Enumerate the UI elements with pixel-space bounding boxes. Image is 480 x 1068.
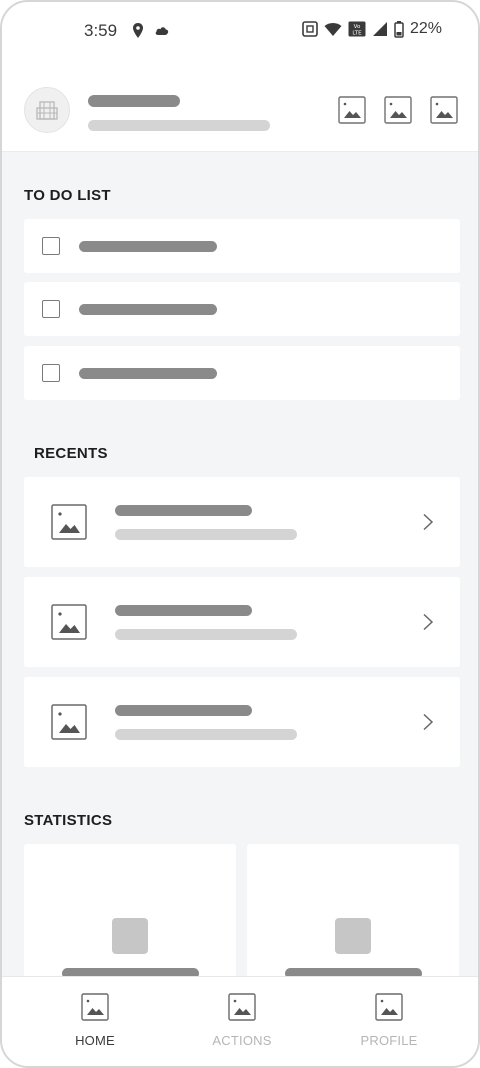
avatar[interactable] [24, 87, 70, 133]
todo-text-placeholder [79, 241, 217, 252]
chevron-right-icon [423, 513, 434, 531]
status-bar: 3:59 Vo LTE 22% [2, 2, 478, 62]
nav-actions-label: ACTIONS [212, 1033, 272, 1048]
header-title-placeholder [88, 95, 180, 107]
todo-checkbox[interactable] [42, 300, 60, 318]
todo-item[interactable] [24, 219, 460, 273]
chevron-right-icon [423, 713, 434, 731]
recent-item[interactable] [24, 577, 460, 667]
nav-home[interactable]: HOME [35, 993, 155, 1048]
todo-section-title: TO DO LIST [24, 187, 111, 204]
building-icon [36, 101, 58, 120]
nfc-icon [302, 21, 318, 37]
recent-title-placeholder [115, 605, 252, 616]
battery-percent: 22% [409, 20, 442, 37]
recent-subtitle-placeholder [115, 729, 297, 740]
statistics-section-title: STATISTICS [24, 812, 113, 829]
status-right-icons: Vo LTE 22% [302, 20, 442, 38]
image-icon [51, 604, 87, 640]
header-actions [338, 96, 458, 124]
recent-title-placeholder [115, 505, 252, 516]
image-icon [81, 993, 109, 1021]
image-icon[interactable] [384, 96, 412, 124]
recent-item[interactable] [24, 477, 460, 567]
cloud-icon [155, 27, 169, 35]
stat-icon-placeholder [335, 918, 371, 954]
recent-title-placeholder [115, 705, 252, 716]
phone-frame: 3:59 Vo LTE 22% TO DO LIST RECENTS STATI… [0, 0, 480, 1068]
bottom-nav: HOME ACTIONS PROFILE [2, 976, 478, 1066]
stat-icon-placeholder [112, 918, 148, 954]
wifi-icon [324, 22, 342, 36]
image-icon [51, 504, 87, 540]
svg-text:Vo: Vo [354, 24, 361, 30]
nav-home-label: HOME [75, 1033, 115, 1048]
image-icon [51, 704, 87, 740]
todo-text-placeholder [79, 304, 217, 315]
recent-subtitle-placeholder [115, 629, 297, 640]
recent-item[interactable] [24, 677, 460, 767]
nav-profile-label: PROFILE [360, 1033, 418, 1048]
status-time: 3:59 [84, 21, 118, 40]
signal-icon [372, 22, 387, 36]
volte-icon: Vo LTE [348, 21, 366, 37]
recents-section-title: RECENTS [34, 445, 108, 462]
image-icon[interactable] [430, 96, 458, 124]
todo-text-placeholder [79, 368, 217, 379]
header-subtitle-placeholder [88, 120, 270, 131]
image-icon [228, 993, 256, 1021]
todo-checkbox[interactable] [42, 364, 60, 382]
chevron-right-icon [423, 613, 434, 631]
image-icon[interactable] [338, 96, 366, 124]
image-icon [375, 993, 403, 1021]
todo-item[interactable] [24, 346, 460, 400]
todo-checkbox[interactable] [42, 237, 60, 255]
nav-actions[interactable]: ACTIONS [182, 993, 302, 1048]
recent-subtitle-placeholder [115, 529, 297, 540]
stat-card[interactable] [247, 844, 459, 994]
app-header [2, 62, 478, 152]
todo-item[interactable] [24, 282, 460, 336]
battery-icon [394, 20, 404, 38]
stat-card[interactable] [24, 844, 236, 994]
status-left-icons [132, 22, 170, 40]
location-pin-icon [133, 23, 143, 38]
nav-profile[interactable]: PROFILE [329, 993, 449, 1048]
svg-text:LTE: LTE [352, 31, 362, 37]
